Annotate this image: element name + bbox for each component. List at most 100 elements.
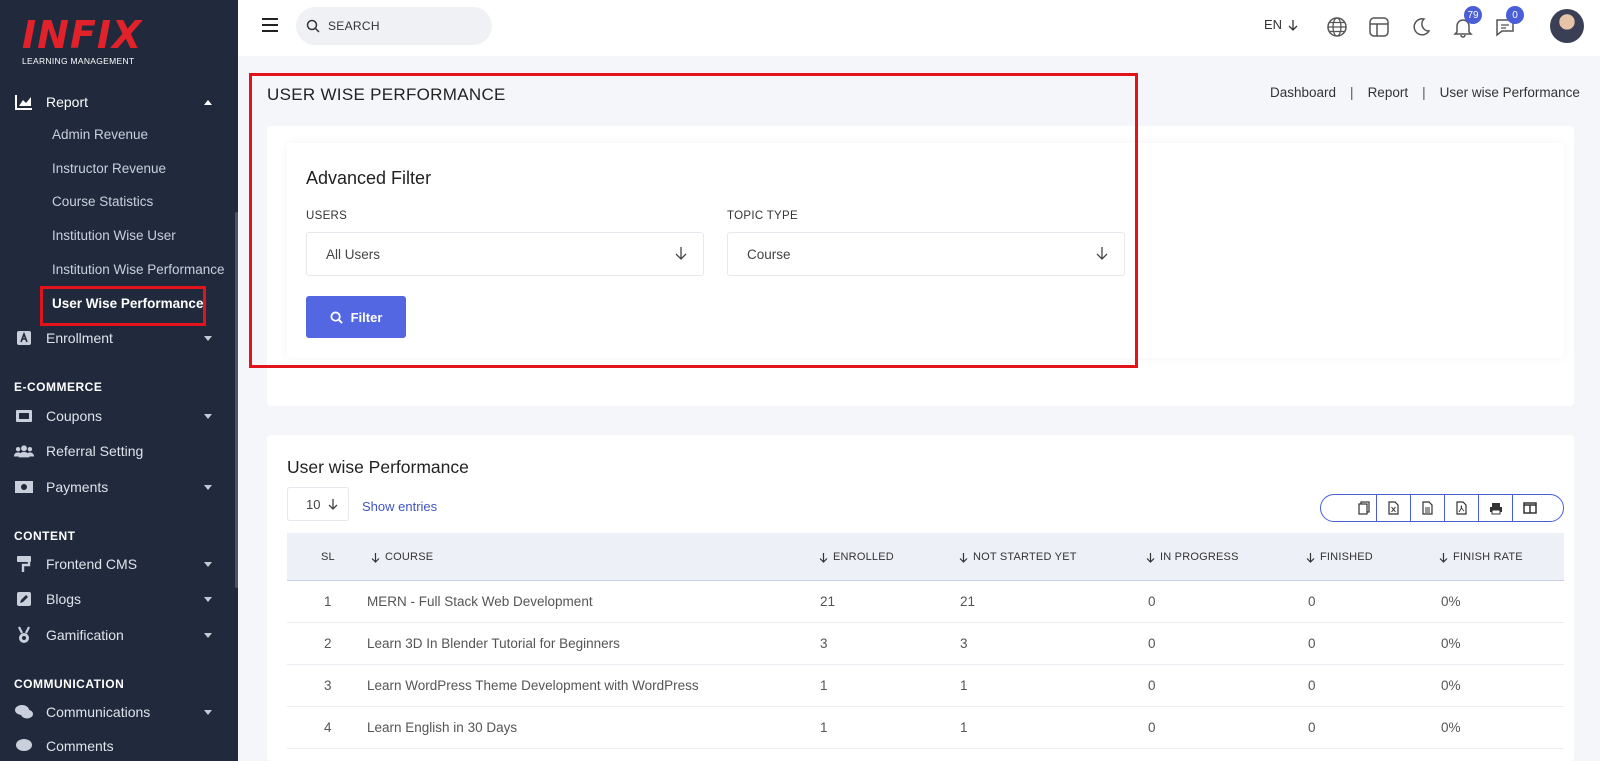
chevron-down-icon [204, 335, 212, 341]
copy-icon [1358, 501, 1370, 515]
search-box [296, 7, 492, 45]
sidebar-item-communications[interactable]: Communications [0, 695, 238, 729]
column-header-in-progress[interactable]: IN PROGRESS [1146, 551, 1239, 563]
breadcrumb-current: User wise Performance [1439, 85, 1580, 100]
section-title-communication: COMMUNICATION [14, 677, 125, 691]
column-header-sl[interactable]: SL [321, 551, 335, 563]
sidebar-item-label: Comments [46, 738, 114, 754]
cell-not-started: 3 [960, 636, 968, 651]
cell-finish-rate: 0% [1441, 594, 1461, 609]
pdf-button[interactable] [1445, 495, 1479, 521]
arrow-down-icon [675, 247, 687, 260]
column-header-label: NOT STARTED YET [973, 551, 1077, 563]
sidebar-item-label: Frontend CMS [46, 556, 138, 572]
sidebar-item-referral-setting[interactable]: Referral Setting [0, 434, 238, 468]
sidebar-item-report[interactable]: Report [0, 85, 238, 119]
column-header-label: ENROLLED [833, 551, 894, 563]
breadcrumb: Dashboard | Report | User wise Performan… [1270, 85, 1580, 100]
column-visibility-button[interactable] [1513, 495, 1547, 521]
layout-icon[interactable] [1366, 14, 1392, 40]
breadcrumb-dashboard[interactable]: Dashboard [1270, 85, 1336, 100]
money-icon [14, 477, 34, 497]
sidebar-item-frontend-cms[interactable]: Frontend CMS [0, 547, 238, 581]
column-header-label: FINISHED [1320, 551, 1373, 563]
cell-in-progress: 0 [1148, 636, 1156, 651]
search-icon [330, 310, 343, 324]
sidebar-item-coupons[interactable]: Coupons [0, 399, 238, 433]
breadcrumb-separator: | [1422, 85, 1426, 100]
sidebar-item-enrollment[interactable]: Enrollment [0, 321, 238, 355]
excel-button[interactable] [1377, 495, 1411, 521]
topic-type-select-value: Course [747, 246, 791, 262]
top-header: EN 79 0 [238, 0, 1600, 56]
export-button-group [1320, 494, 1564, 522]
sidebar-item-label: Blogs [46, 591, 82, 607]
sort-arrow-icon [1306, 552, 1315, 563]
cell-not-started: 1 [960, 678, 968, 693]
sort-arrow-icon [1146, 552, 1155, 563]
globe-icon[interactable] [1324, 14, 1350, 40]
filter-button[interactable]: Filter [306, 296, 406, 338]
chat-icon[interactable]: 0 [1492, 6, 1524, 40]
sort-arrow-icon [959, 552, 968, 563]
table-row: 3 Learn WordPress Theme Development with… [287, 665, 1564, 707]
sidebar-subitem-admin-revenue[interactable]: Admin Revenue [52, 125, 148, 145]
arrow-down-icon [329, 499, 338, 510]
bell-icon[interactable]: 79 [1450, 6, 1482, 40]
language-selector[interactable]: EN [1264, 17, 1298, 32]
logo-text: INFIX [22, 13, 143, 57]
cell-sl: 4 [324, 720, 332, 735]
cell-finished: 0 [1308, 594, 1316, 609]
sidebar-subitem-instructor-revenue[interactable]: Instructor Revenue [52, 159, 166, 179]
table-header: SL COURSE ENROLLED NOT STARTED YET IN PR… [287, 533, 1564, 581]
sidebar-item-gamification[interactable]: Gamification [0, 618, 238, 652]
search-icon [306, 19, 320, 33]
sidebar-item-comments[interactable]: Comments [0, 729, 238, 761]
breadcrumb-report[interactable]: Report [1368, 85, 1409, 100]
sidebar-item-label: Gamification [46, 627, 124, 643]
menu-toggle-icon[interactable] [262, 18, 278, 32]
page-size-value: 10 [306, 496, 321, 512]
language-label: EN [1264, 17, 1283, 32]
edit-icon [14, 589, 34, 609]
sidebar-scrollbar[interactable] [235, 212, 238, 588]
cell-finished: 0 [1308, 720, 1316, 735]
sidebar-item-label: Referral Setting [46, 443, 144, 459]
sidebar-item-label: Enrollment [46, 330, 113, 346]
sidebar-subitem-course-statistics[interactable]: Course Statistics [52, 192, 153, 212]
sidebar: INFIX LEARNING MANAGEMENT Report Admin R… [0, 0, 238, 761]
moon-icon[interactable] [1408, 14, 1434, 40]
print-button[interactable] [1479, 495, 1513, 521]
paint-roller-icon [14, 554, 34, 574]
column-header-finished[interactable]: FINISHED [1306, 551, 1373, 563]
medal-icon [14, 625, 34, 645]
sidebar-item-label: Payments [46, 479, 109, 495]
topic-type-select[interactable]: Course [727, 232, 1125, 276]
column-header-course[interactable]: COURSE [371, 551, 433, 563]
cell-in-progress: 0 [1148, 720, 1156, 735]
comment-icon [14, 736, 34, 756]
column-header-finish-rate[interactable]: FINISH RATE [1439, 551, 1523, 563]
comments-icon [14, 702, 34, 722]
breadcrumb-separator: | [1350, 85, 1354, 100]
cell-course: Learn WordPress Theme Development with W… [367, 678, 699, 693]
column-header-not-started-yet[interactable]: NOT STARTED YET [959, 551, 1077, 563]
table-row: 2 Learn 3D In Blender Tutorial for Begin… [287, 623, 1564, 665]
avatar[interactable] [1550, 9, 1584, 43]
column-header-enrolled[interactable]: ENROLLED [819, 551, 894, 563]
sidebar-subitem-institution-wise-performance[interactable]: Institution Wise Performance [52, 260, 225, 280]
csv-button[interactable] [1411, 495, 1445, 521]
cell-course: Learn English in 30 Days [367, 720, 518, 735]
search-input[interactable] [328, 19, 478, 33]
page-size-select[interactable]: 10 [287, 487, 349, 521]
users-select[interactable]: All Users [306, 232, 704, 276]
copy-button[interactable] [1321, 495, 1377, 521]
sidebar-subitem-institution-wise-user[interactable]: Institution Wise User [52, 226, 176, 246]
sidebar-item-payments[interactable]: Payments [0, 470, 238, 504]
cell-finish-rate: 0% [1441, 720, 1461, 735]
column-header-label: COURSE [385, 551, 434, 563]
sidebar-item-blogs[interactable]: Blogs [0, 582, 238, 616]
logo[interactable]: INFIX LEARNING MANAGEMENT [22, 16, 142, 66]
users-label: USERS [306, 210, 348, 222]
chevron-down-icon [204, 484, 212, 490]
